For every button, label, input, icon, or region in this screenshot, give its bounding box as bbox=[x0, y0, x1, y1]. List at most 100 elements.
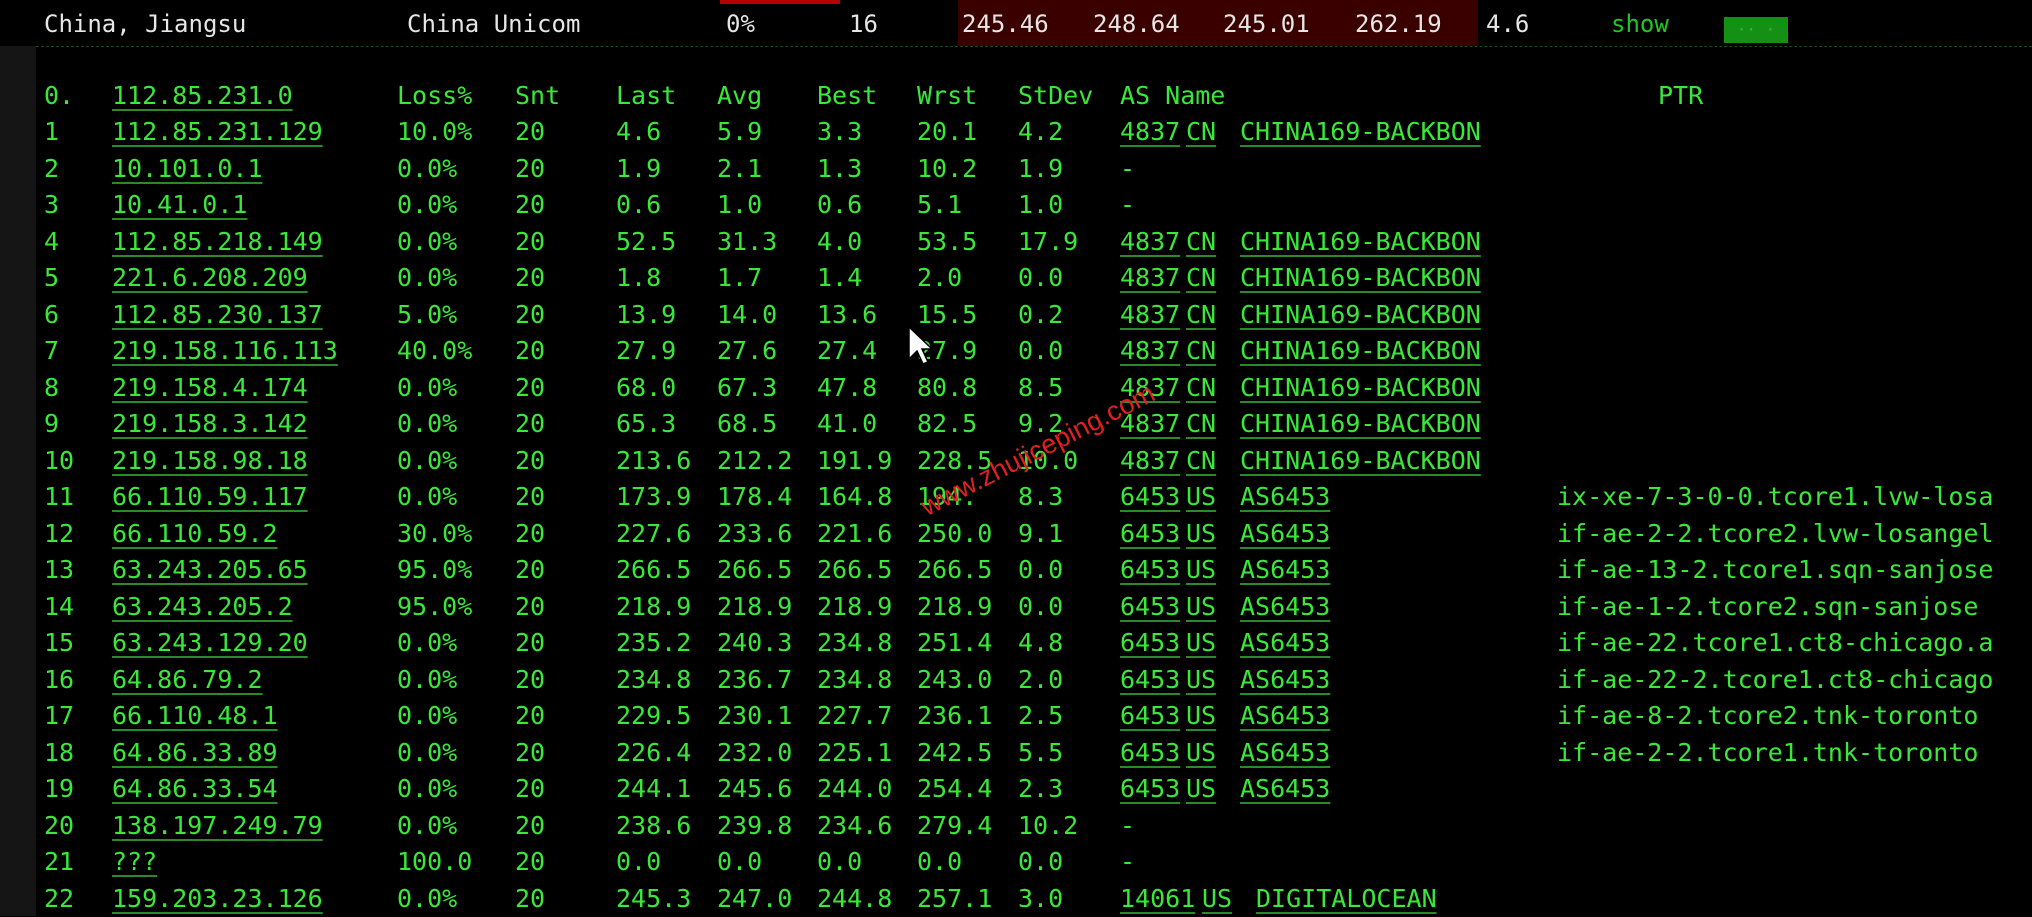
hop-best: 225.1 bbox=[817, 738, 893, 767]
hop-host[interactable]: 10.41.0.1 bbox=[112, 190, 247, 220]
hop-host[interactable]: 221.6.208.209 bbox=[112, 263, 308, 293]
hop-country: US bbox=[1186, 519, 1217, 548]
hop-host[interactable]: 63.243.205.2 bbox=[112, 592, 293, 622]
hop-host[interactable]: 10.101.0.1 bbox=[112, 154, 263, 184]
hop-host[interactable]: 63.243.129.20 bbox=[112, 628, 308, 658]
hop-asn[interactable]: 6453 bbox=[1120, 482, 1180, 512]
hop-last: 0.6 bbox=[616, 190, 662, 219]
hop-as-name[interactable]: AS6453 bbox=[1240, 482, 1330, 512]
hop-host[interactable]: 159.203.23.126 bbox=[112, 884, 323, 914]
hop-asn[interactable]: 4837 bbox=[1120, 263, 1180, 293]
hop-host[interactable]: 219.158.116.113 bbox=[112, 336, 338, 366]
hop-as-name[interactable]: CHINA169-BACKBON bbox=[1240, 227, 1481, 257]
hop-asn[interactable]: 6453 bbox=[1120, 628, 1180, 658]
summary-last: 245.46 bbox=[962, 10, 1049, 38]
hop-number: 6 bbox=[44, 300, 60, 329]
header-last: Last bbox=[616, 81, 677, 110]
hop-loss: 0.0% bbox=[397, 665, 458, 694]
hop-asn: - bbox=[1120, 190, 1136, 219]
hop-as-name[interactable]: AS6453 bbox=[1240, 738, 1330, 768]
hop-host[interactable]: 64.86.33.89 bbox=[112, 738, 278, 768]
hop-as-name[interactable]: AS6453 bbox=[1240, 592, 1330, 622]
hop-host[interactable]: 219.158.4.174 bbox=[112, 373, 308, 403]
hop-asn[interactable]: 14061 bbox=[1120, 884, 1195, 914]
hop-host[interactable]: 64.86.33.54 bbox=[112, 774, 278, 804]
hop-last: 218.9 bbox=[616, 592, 692, 621]
hop-asn[interactable]: 6453 bbox=[1120, 592, 1180, 622]
hop-host[interactable]: 66.110.48.1 bbox=[112, 701, 278, 731]
hop-sent: 20 bbox=[515, 336, 546, 365]
hop-as-name[interactable]: AS6453 bbox=[1240, 701, 1330, 731]
hop-country: US bbox=[1186, 701, 1217, 730]
hop-best: 244.0 bbox=[817, 774, 893, 803]
hop-as-name[interactable]: AS6453 bbox=[1240, 665, 1330, 695]
hop-country: US bbox=[1186, 774, 1217, 803]
hop-loss: 0.0% bbox=[397, 409, 458, 438]
loss-indicator-bar bbox=[720, 0, 840, 4]
hop-host[interactable]: ??? bbox=[112, 847, 157, 877]
hop-asn[interactable]: 6453 bbox=[1120, 519, 1180, 549]
hop-country: US bbox=[1186, 555, 1217, 584]
hop-number: 21 bbox=[44, 847, 75, 876]
hop-host[interactable]: 63.243.205.65 bbox=[112, 555, 308, 585]
hop-avg: 1.7 bbox=[717, 263, 763, 292]
hop-number: 5 bbox=[44, 263, 60, 292]
hop-last: 245.3 bbox=[616, 884, 692, 913]
hop-as-name[interactable]: DIGITALOCEAN bbox=[1256, 884, 1437, 914]
hop-avg: 178.4 bbox=[717, 482, 793, 511]
hop-host[interactable]: 112.85.218.149 bbox=[112, 227, 323, 257]
hop-country: US bbox=[1186, 738, 1217, 767]
summary-avg: 248.64 bbox=[1093, 10, 1180, 38]
hop-loss: 5.0% bbox=[397, 300, 458, 329]
hop-worst: 20.1 bbox=[917, 117, 978, 146]
hop-host[interactable]: 66.110.59.2 bbox=[112, 519, 278, 549]
hop-as-name[interactable]: CHINA169-BACKBON bbox=[1240, 373, 1481, 403]
hop-number: 19 bbox=[44, 774, 75, 803]
hop-host[interactable]: 112.85.231.129 bbox=[112, 117, 323, 147]
hop-stdev: 5.5 bbox=[1018, 738, 1064, 767]
hop-as-name[interactable]: CHINA169-BACKBON bbox=[1240, 263, 1481, 293]
hop-as-name[interactable]: CHINA169-BACKBON bbox=[1240, 117, 1481, 147]
hop-country: CN bbox=[1186, 409, 1217, 438]
hop-host[interactable]: 138.197.249.79 bbox=[112, 811, 323, 841]
summary-stdev: 4.6 bbox=[1486, 10, 1530, 38]
hop-as-name[interactable]: AS6453 bbox=[1240, 774, 1330, 804]
status-badge[interactable]: ·· · bbox=[1724, 17, 1788, 43]
header-ptr: PTR bbox=[1658, 81, 1704, 110]
hop-asn[interactable]: 4837 bbox=[1120, 336, 1180, 366]
hop-asn[interactable]: 6453 bbox=[1120, 738, 1180, 768]
hop-as-name[interactable]: AS6453 bbox=[1240, 519, 1330, 549]
hop-stdev: 0.0 bbox=[1018, 847, 1064, 876]
mtr-terminal: 0. 112.85.231.0 Loss% Snt Last Avg Best … bbox=[36, 46, 2032, 917]
hop-asn[interactable]: 6453 bbox=[1120, 555, 1180, 585]
hop-asn[interactable]: 4837 bbox=[1120, 117, 1180, 147]
hop-best: 3.3 bbox=[817, 117, 863, 146]
hop-as-name[interactable]: CHINA169-BACKBON bbox=[1240, 336, 1481, 366]
hop-stdev: 0.2 bbox=[1018, 300, 1064, 329]
hop-as-name[interactable]: CHINA169-BACKBON bbox=[1240, 300, 1481, 330]
hop-asn[interactable]: 6453 bbox=[1120, 665, 1180, 695]
hop-loss: 10.0% bbox=[397, 117, 473, 146]
hop-asn[interactable]: 4837 bbox=[1120, 227, 1180, 257]
hop-asn[interactable]: 6453 bbox=[1120, 701, 1180, 731]
hop-host[interactable]: 64.86.79.2 bbox=[112, 665, 263, 695]
header-stdev: StDev bbox=[1018, 81, 1094, 110]
hop-asn[interactable]: 6453 bbox=[1120, 774, 1180, 804]
hop-asn[interactable]: 4837 bbox=[1120, 446, 1180, 476]
hop-as-name[interactable]: AS6453 bbox=[1240, 555, 1330, 585]
hop-host[interactable]: 219.158.3.142 bbox=[112, 409, 308, 439]
hop-as-name[interactable]: CHINA169-BACKBON bbox=[1240, 446, 1481, 476]
hop-as-name[interactable]: CHINA169-BACKBON bbox=[1240, 409, 1481, 439]
hop-number: 4 bbox=[44, 227, 60, 256]
hop-avg: 212.2 bbox=[717, 446, 793, 475]
hop-country: CN bbox=[1186, 336, 1217, 365]
hop-host[interactable]: 219.158.98.18 bbox=[112, 446, 308, 476]
hop-host[interactable]: 66.110.59.117 bbox=[112, 482, 308, 512]
hop-host[interactable]: 112.85.230.137 bbox=[112, 300, 323, 330]
hop-number: 16 bbox=[44, 665, 75, 694]
hop-as-name[interactable]: AS6453 bbox=[1240, 628, 1330, 658]
header-best: Best bbox=[817, 81, 878, 110]
show-link[interactable]: show bbox=[1611, 10, 1669, 38]
hop-asn[interactable]: 4837 bbox=[1120, 300, 1180, 330]
hop-stdev: 2.3 bbox=[1018, 774, 1064, 803]
